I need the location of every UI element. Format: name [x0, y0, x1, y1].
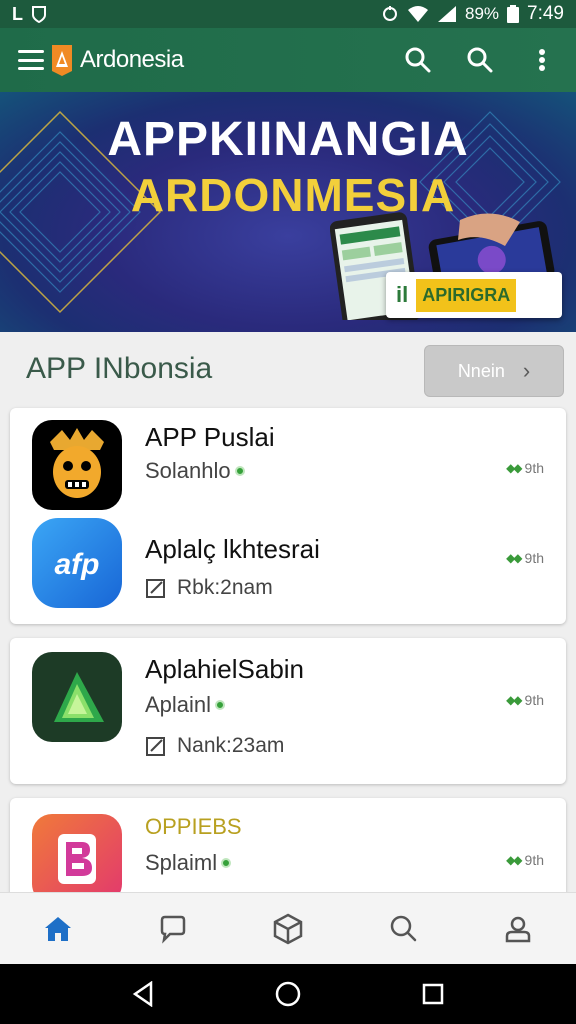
- app-subtitle: Splaiml: [145, 850, 232, 876]
- back-button[interactable]: [123, 974, 163, 1014]
- app-name: Aplalç lkhtesrai: [145, 534, 320, 564]
- app-size: ◆◆ 9th: [506, 550, 544, 566]
- lion-mask-icon: [32, 420, 122, 510]
- app-bar-actions: [402, 44, 558, 76]
- app-logo-icon: [52, 45, 72, 76]
- profile-icon: [506, 916, 531, 942]
- recents-button[interactable]: [413, 974, 453, 1014]
- badge-prefix: il: [396, 282, 409, 307]
- verified-dot-icon: [234, 466, 245, 476]
- badge-label: APIRIGRA: [416, 278, 517, 312]
- app-bar: Ardonesia: [0, 28, 576, 92]
- app-size-text: 9th: [524, 852, 544, 868]
- app-size-text: 9th: [524, 550, 544, 566]
- app-meta: Nank:23am: [145, 734, 284, 758]
- status-letter: L: [12, 3, 23, 24]
- more-vertical-icon[interactable]: [526, 44, 558, 76]
- app-size-text: 9th: [524, 692, 544, 708]
- green-arrow-icon: [32, 652, 122, 742]
- app-subtitle-text: Solanhlo: [145, 458, 231, 483]
- search-icon-secondary[interactable]: [464, 44, 496, 76]
- recents-square-icon: [423, 983, 444, 1005]
- app-size: ◆◆ 9th: [506, 852, 544, 868]
- home-icon: [44, 916, 71, 941]
- app-size-text: 9th: [524, 460, 544, 476]
- rating-arrows-icon: ◆◆: [506, 693, 523, 707]
- see-more-button[interactable]: Nnein ›: [424, 345, 564, 397]
- app-name: OPPIEBS: [145, 814, 242, 839]
- rating-arrows-icon: ◆◆: [506, 551, 523, 565]
- nav-profile[interactable]: [488, 899, 548, 959]
- rating-arrows-icon: ◆◆: [506, 853, 523, 867]
- list-item[interactable]: afp Aplalç lkhtesrai Rbk:2nam ◆◆ 9th: [10, 516, 566, 624]
- app-subtitle: Aplainl: [145, 692, 226, 718]
- app-subtitle-text: Splaiml: [145, 850, 218, 875]
- status-left: L: [12, 4, 47, 25]
- verified-dot-icon: [221, 858, 232, 868]
- back-triangle-icon: [132, 981, 152, 1007]
- box-icon: [273, 913, 303, 944]
- chat-icon: [160, 915, 186, 944]
- app-title: Ardonesia: [80, 46, 184, 73]
- app-meta-text: Nank:23am: [177, 734, 285, 757]
- battery-icon: [507, 5, 520, 23]
- app-card: AplahielSabin Aplainl Nank:23am ◆◆ 9th: [10, 638, 566, 784]
- rating-arrows-icon: ◆◆: [506, 461, 523, 475]
- app-name: AplahielSabin: [145, 654, 305, 684]
- verified-dot-icon: [215, 700, 226, 710]
- sync-icon: [382, 6, 397, 21]
- afp-logo-icon: afp: [32, 518, 122, 608]
- app-name: APP Puslai: [145, 422, 275, 452]
- edit-icon: [146, 579, 165, 598]
- status-right: 89% 7:49: [381, 3, 564, 25]
- home-circle-icon: [275, 981, 301, 1007]
- nav-apps[interactable]: [258, 899, 318, 959]
- home-button[interactable]: [268, 974, 308, 1014]
- app-meta-text: Rbk:2nam: [177, 576, 273, 599]
- nav-chat[interactable]: [143, 899, 203, 959]
- nav-home[interactable]: [28, 899, 88, 959]
- svg-text:afp: afp: [55, 548, 100, 581]
- signal-icon: [437, 6, 456, 22]
- list-item[interactable]: APP Puslai Solanhlo ◆◆ 9th: [10, 408, 566, 516]
- list-item[interactable]: AplahielSabin Aplainl Nank:23am ◆◆ 9th: [10, 638, 566, 784]
- app-card: APP Puslai Solanhlo ◆◆ 9th afp Aplalç lk…: [10, 408, 566, 624]
- chevron-right-icon: ›: [522, 358, 531, 383]
- search-chat-icon: [390, 915, 417, 941]
- screen: L 89% 7:49 Ardonesia APPKIINANGIA ARDONM…: [0, 0, 576, 1024]
- clock: 7:49: [527, 3, 564, 24]
- section-title: APP INbonsia: [26, 352, 213, 385]
- system-navigation: [0, 964, 576, 1024]
- nav-search[interactable]: [373, 899, 433, 959]
- edit-icon: [146, 737, 165, 756]
- wifi-icon: [407, 6, 428, 22]
- status-bar: L 89% 7:49: [0, 0, 576, 28]
- app-subtitle-text: Aplainl: [145, 692, 212, 717]
- battery-percent: 89%: [464, 4, 500, 23]
- b-logo-icon: [32, 814, 122, 904]
- app-meta: Rbk:2nam: [145, 576, 273, 600]
- see-more-label: Nnein: [457, 360, 505, 381]
- shield-status-icon: [32, 6, 46, 23]
- search-icon[interactable]: [402, 44, 434, 76]
- app-size: ◆◆ 9th: [506, 460, 544, 476]
- app-subtitle: Solanhlo: [145, 458, 245, 484]
- banner-title-line1: APPKIINANGIA: [107, 113, 469, 166]
- app-size: ◆◆ 9th: [506, 692, 544, 708]
- menu-icon[interactable]: [18, 50, 44, 70]
- bottom-navigation: [0, 892, 576, 964]
- banner-badge[interactable]: il APIRIGRA: [386, 272, 562, 318]
